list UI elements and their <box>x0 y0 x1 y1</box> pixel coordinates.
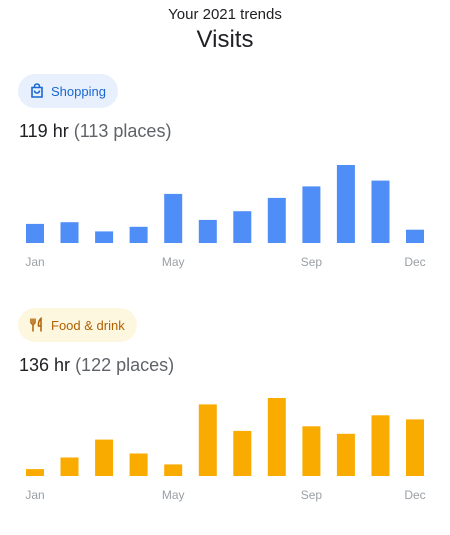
bar-jan[interactable] <box>26 223 44 243</box>
chip-label: Shopping <box>51 83 106 99</box>
category-chip-shopping[interactable]: Shopping <box>18 74 118 108</box>
bar-may[interactable] <box>164 193 183 243</box>
bar-jun[interactable] <box>198 219 217 243</box>
shopping-bar-chart: Jan May Sep Dec <box>0 160 450 275</box>
shopping-chart-svg: Jan May Sep Dec <box>25 165 426 269</box>
food-drink-chart-svg: Jan May Sep Dec <box>25 398 426 502</box>
bar-dec[interactable] <box>406 419 424 476</box>
bar-feb[interactable] <box>60 222 79 243</box>
bar-mar[interactable] <box>95 231 114 243</box>
bar-aug[interactable] <box>267 197 286 243</box>
month-tick-label: May <box>162 255 185 269</box>
hours-value: 119 hr <box>19 121 69 141</box>
bar-nov[interactable] <box>371 180 390 243</box>
food-drink-bar-chart: Jan May Sep Dec <box>0 393 450 508</box>
month-tick-label: Dec <box>404 255 425 269</box>
category-chip-food-drink[interactable]: Food & drink <box>18 308 137 342</box>
bar-sep[interactable] <box>302 186 321 243</box>
bar-apr[interactable] <box>129 226 148 243</box>
month-tick-label: Jan <box>25 488 44 502</box>
places-count: (122 places) <box>75 355 175 375</box>
bar-oct[interactable] <box>336 433 355 476</box>
bar-sep[interactable] <box>302 426 321 476</box>
hours-value: 136 hr <box>19 355 71 375</box>
bar-jun[interactable] <box>198 404 217 476</box>
visit-summary: 119 hr (113 places) <box>19 121 171 142</box>
month-tick-label: Sep <box>301 488 323 502</box>
bar-aug[interactable] <box>267 398 286 476</box>
shopping-bag-icon <box>28 82 46 100</box>
month-tick-label: Sep <box>301 255 323 269</box>
month-tick-label: May <box>162 488 185 502</box>
chip-label: Food & drink <box>51 317 125 333</box>
bar-nov[interactable] <box>371 415 390 476</box>
month-tick-label: Jan <box>25 255 44 269</box>
bar-jul[interactable] <box>233 430 252 476</box>
fork-knife-icon <box>28 316 46 334</box>
bar-mar[interactable] <box>95 439 114 476</box>
bar-feb[interactable] <box>60 457 79 477</box>
bar-jul[interactable] <box>233 211 252 243</box>
page-title: Visits <box>196 26 254 53</box>
places-count: (113 places) <box>73 121 172 141</box>
page-subtitle: Your 2021 trends <box>168 6 282 23</box>
bar-dec[interactable] <box>406 229 424 243</box>
bar-oct[interactable] <box>336 165 355 243</box>
visit-summary: 136 hr (122 places) <box>19 355 174 376</box>
bar-apr[interactable] <box>129 453 148 477</box>
month-tick-label: Dec <box>404 488 425 502</box>
bar-may[interactable] <box>164 464 183 476</box>
bar-jan[interactable] <box>26 469 44 476</box>
